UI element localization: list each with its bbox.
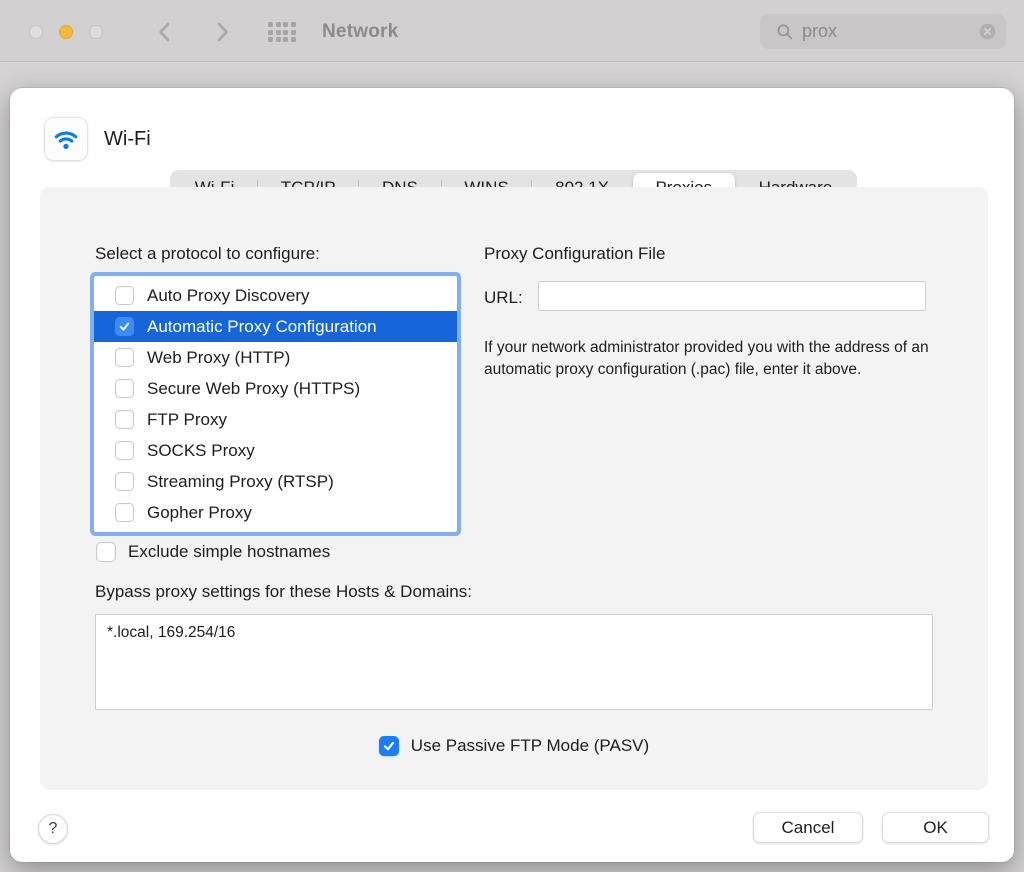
ok-button[interactable]: OK — [882, 812, 989, 843]
chevron-right-icon — [219, 24, 227, 40]
protocol-row[interactable]: FTP Proxy — [94, 404, 457, 435]
protocol-row[interactable]: Secure Web Proxy (HTTPS) — [94, 373, 457, 404]
wifi-icon — [44, 117, 88, 161]
protocol-row[interactable]: Auto Proxy Discovery — [94, 280, 457, 311]
protocol-label: Secure Web Proxy (HTTPS) — [147, 379, 360, 399]
proxies-panel: Select a protocol to configure: Auto Pro… — [40, 187, 988, 790]
exclude-hostnames-checkbox[interactable] — [96, 542, 116, 562]
exclude-hostnames-label: Exclude simple hostnames — [128, 542, 330, 562]
passive-ftp-row[interactable]: Use Passive FTP Mode (PASV) — [40, 736, 988, 756]
bypass-label: Bypass proxy settings for these Hosts & … — [95, 582, 472, 602]
protocol-label: Automatic Proxy Configuration — [147, 317, 377, 337]
proxy-config-note: If your network administrator provided y… — [484, 337, 946, 380]
search-icon — [776, 23, 794, 41]
close-button[interactable] — [29, 25, 43, 39]
url-label: URL: — [484, 288, 523, 308]
protocol-list[interactable]: Auto Proxy Discovery Automatic Proxy Conf… — [94, 276, 457, 532]
passive-ftp-checkbox[interactable] — [379, 736, 399, 756]
protocol-row[interactable]: Web Proxy (HTTP) — [94, 342, 457, 373]
clear-search-icon[interactable] — [979, 23, 996, 40]
protocol-label: Streaming Proxy (RTSP) — [147, 472, 334, 492]
window-title: Network — [322, 21, 398, 43]
proxy-config-heading: Proxy Configuration File — [484, 244, 665, 264]
checkbox[interactable] — [115, 286, 134, 305]
checkbox[interactable] — [115, 410, 134, 429]
protocol-row[interactable]: Automatic Proxy Configuration — [94, 311, 457, 342]
url-input[interactable] — [538, 281, 926, 311]
exclude-hostnames-row[interactable]: Exclude simple hostnames — [96, 542, 330, 562]
help-button[interactable]: ? — [38, 814, 68, 844]
protocol-row[interactable]: SOCKS Proxy — [94, 435, 457, 466]
forward-button[interactable] — [209, 19, 235, 45]
network-proxies-sheet: Wi-Fi Wi-FiTCP/IPDNSWINS802.1XProxiesHar… — [10, 88, 1014, 862]
protocol-label: FTP Proxy — [147, 410, 227, 430]
back-button[interactable] — [152, 19, 178, 45]
chevron-left-icon — [161, 24, 169, 40]
cancel-button[interactable]: Cancel — [753, 812, 863, 843]
protocol-row[interactable]: Gopher Proxy — [94, 497, 457, 528]
checkbox[interactable] — [115, 503, 134, 522]
window-titlebar: Network — [0, 0, 1024, 62]
checkbox[interactable] — [115, 441, 134, 460]
passive-ftp-label: Use Passive FTP Mode (PASV) — [411, 736, 649, 756]
checkbox[interactable] — [115, 379, 134, 398]
checkbox[interactable] — [115, 348, 134, 367]
checkbox[interactable] — [115, 317, 134, 336]
search-input[interactable] — [802, 21, 979, 42]
protocol-row[interactable]: Streaming Proxy (RTSP) — [94, 466, 457, 497]
bypass-textarea[interactable]: *.local, 169.254/16 — [95, 614, 933, 710]
protocol-list-label: Select a protocol to configure: — [95, 244, 320, 264]
protocol-label: Auto Proxy Discovery — [147, 286, 310, 306]
show-all-grid-icon[interactable] — [268, 22, 296, 42]
protocol-label: Web Proxy (HTTP) — [147, 348, 290, 368]
service-name: Wi-Fi — [104, 128, 151, 151]
checkmark-icon — [385, 743, 393, 750]
window-controls — [29, 25, 103, 39]
checkmark-icon — [121, 324, 128, 330]
protocol-label: SOCKS Proxy — [147, 441, 255, 461]
minimize-button[interactable] — [59, 25, 73, 39]
checkbox[interactable] — [115, 472, 134, 491]
search-field[interactable] — [760, 14, 1006, 49]
protocol-label: Gopher Proxy — [147, 503, 252, 523]
zoom-button[interactable] — [89, 25, 103, 39]
